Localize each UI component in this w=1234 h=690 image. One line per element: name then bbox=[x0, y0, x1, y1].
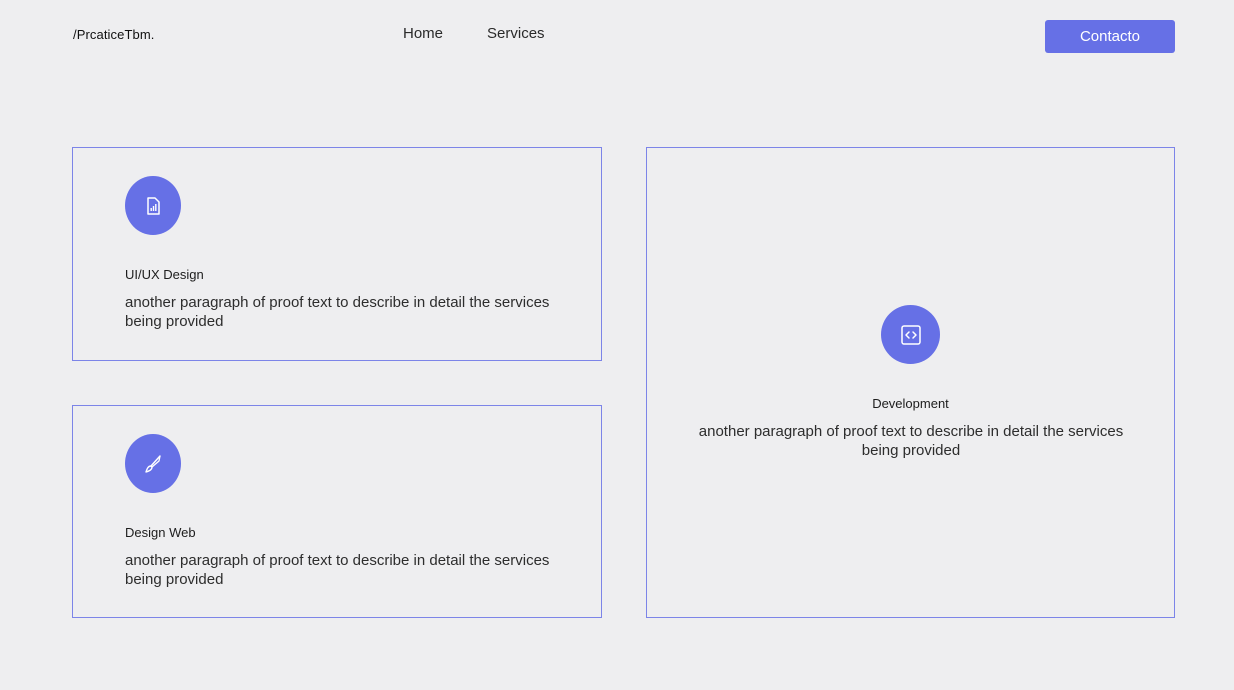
service-card-development: Development another paragraph of proof t… bbox=[646, 147, 1175, 618]
service-card-design-web: Design Web another paragraph of proof te… bbox=[72, 405, 602, 618]
code-icon bbox=[881, 305, 940, 364]
site-logo[interactable]: /PrcaticeTbm. bbox=[73, 27, 154, 42]
chart-document-icon bbox=[125, 176, 181, 235]
contact-button[interactable]: Contacto bbox=[1045, 20, 1175, 53]
brush-icon bbox=[125, 434, 181, 493]
service-title: UI/UX Design bbox=[125, 267, 204, 282]
page: /PrcaticeTbm. Home Services Contacto UI/… bbox=[0, 0, 1234, 690]
main-nav: Home Services bbox=[403, 25, 545, 42]
service-description: another paragraph of proof text to descr… bbox=[698, 423, 1124, 459]
service-description: another paragraph of proof text to descr… bbox=[125, 294, 550, 330]
service-description: another paragraph of proof text to descr… bbox=[125, 552, 550, 588]
service-title: Design Web bbox=[125, 525, 196, 540]
nav-services-link[interactable]: Services bbox=[487, 25, 545, 42]
service-title: Development bbox=[872, 396, 949, 411]
nav-home-link[interactable]: Home bbox=[403, 25, 443, 42]
service-card-uiux: UI/UX Design another paragraph of proof … bbox=[72, 147, 602, 361]
